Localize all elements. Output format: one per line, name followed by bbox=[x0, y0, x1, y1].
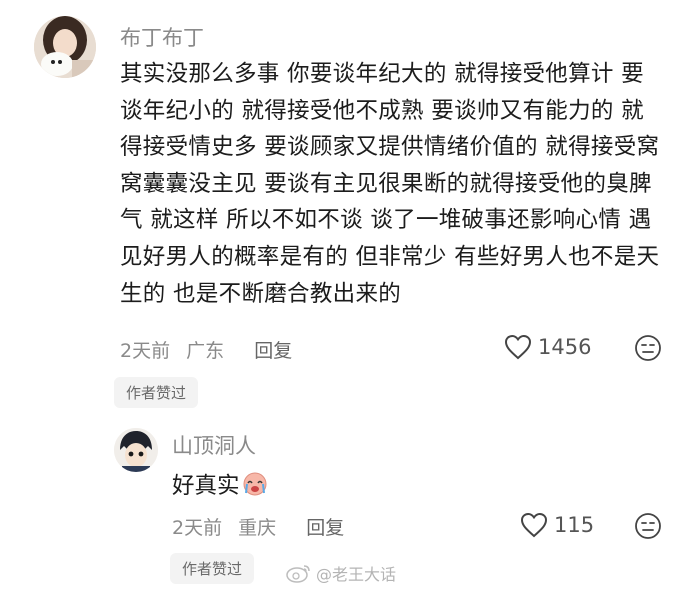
reply-like-button[interactable]: 115 bbox=[520, 512, 594, 538]
reply-avatar[interactable] bbox=[114, 428, 158, 472]
reply-location: 重庆 bbox=[238, 517, 277, 539]
comment-time: 2天前 bbox=[120, 340, 171, 362]
crying-face-emoji bbox=[243, 472, 267, 496]
reply-time: 2天前 bbox=[172, 517, 223, 539]
watermark-text: @老王大话 bbox=[316, 565, 397, 584]
comment-text: 其实没那么多事 你要谈年纪大的 就得接受他算计 要谈年纪小的 就得接受他不成熟 … bbox=[120, 61, 660, 307]
avatar[interactable] bbox=[34, 16, 96, 78]
reply-meta: 2天前 重庆 回复 bbox=[172, 513, 354, 540]
author-liked-badge: 作者赞过 bbox=[114, 377, 199, 408]
comment-location: 广东 bbox=[186, 340, 225, 362]
like-count: 1456 bbox=[538, 335, 592, 359]
emoji-react-button[interactable] bbox=[634, 334, 662, 366]
reply-button[interactable]: 回复 bbox=[254, 340, 292, 362]
like-button[interactable]: 1456 bbox=[504, 334, 591, 360]
reply-username[interactable]: 山顶洞人 bbox=[172, 430, 256, 460]
neutral-face-icon bbox=[635, 513, 661, 539]
heart-outline-icon bbox=[504, 334, 532, 360]
watermark: @老王大话 bbox=[286, 561, 396, 585]
reply-emoji-react-button[interactable] bbox=[634, 512, 662, 544]
heart-outline-icon bbox=[520, 512, 548, 538]
comment-username[interactable]: 布丁布丁 bbox=[120, 22, 204, 52]
reply-text: 好真实 bbox=[172, 473, 240, 499]
weibo-logo-icon bbox=[286, 565, 310, 583]
comment-meta: 2天前 广东 回复 bbox=[120, 336, 302, 363]
reply-like-count: 115 bbox=[554, 513, 595, 537]
reply-text-row: 好真实 bbox=[172, 468, 268, 500]
neutral-face-icon bbox=[635, 335, 661, 361]
reply-author-liked-badge: 作者赞过 bbox=[170, 553, 255, 584]
reply-reply-button[interactable]: 回复 bbox=[306, 517, 344, 539]
